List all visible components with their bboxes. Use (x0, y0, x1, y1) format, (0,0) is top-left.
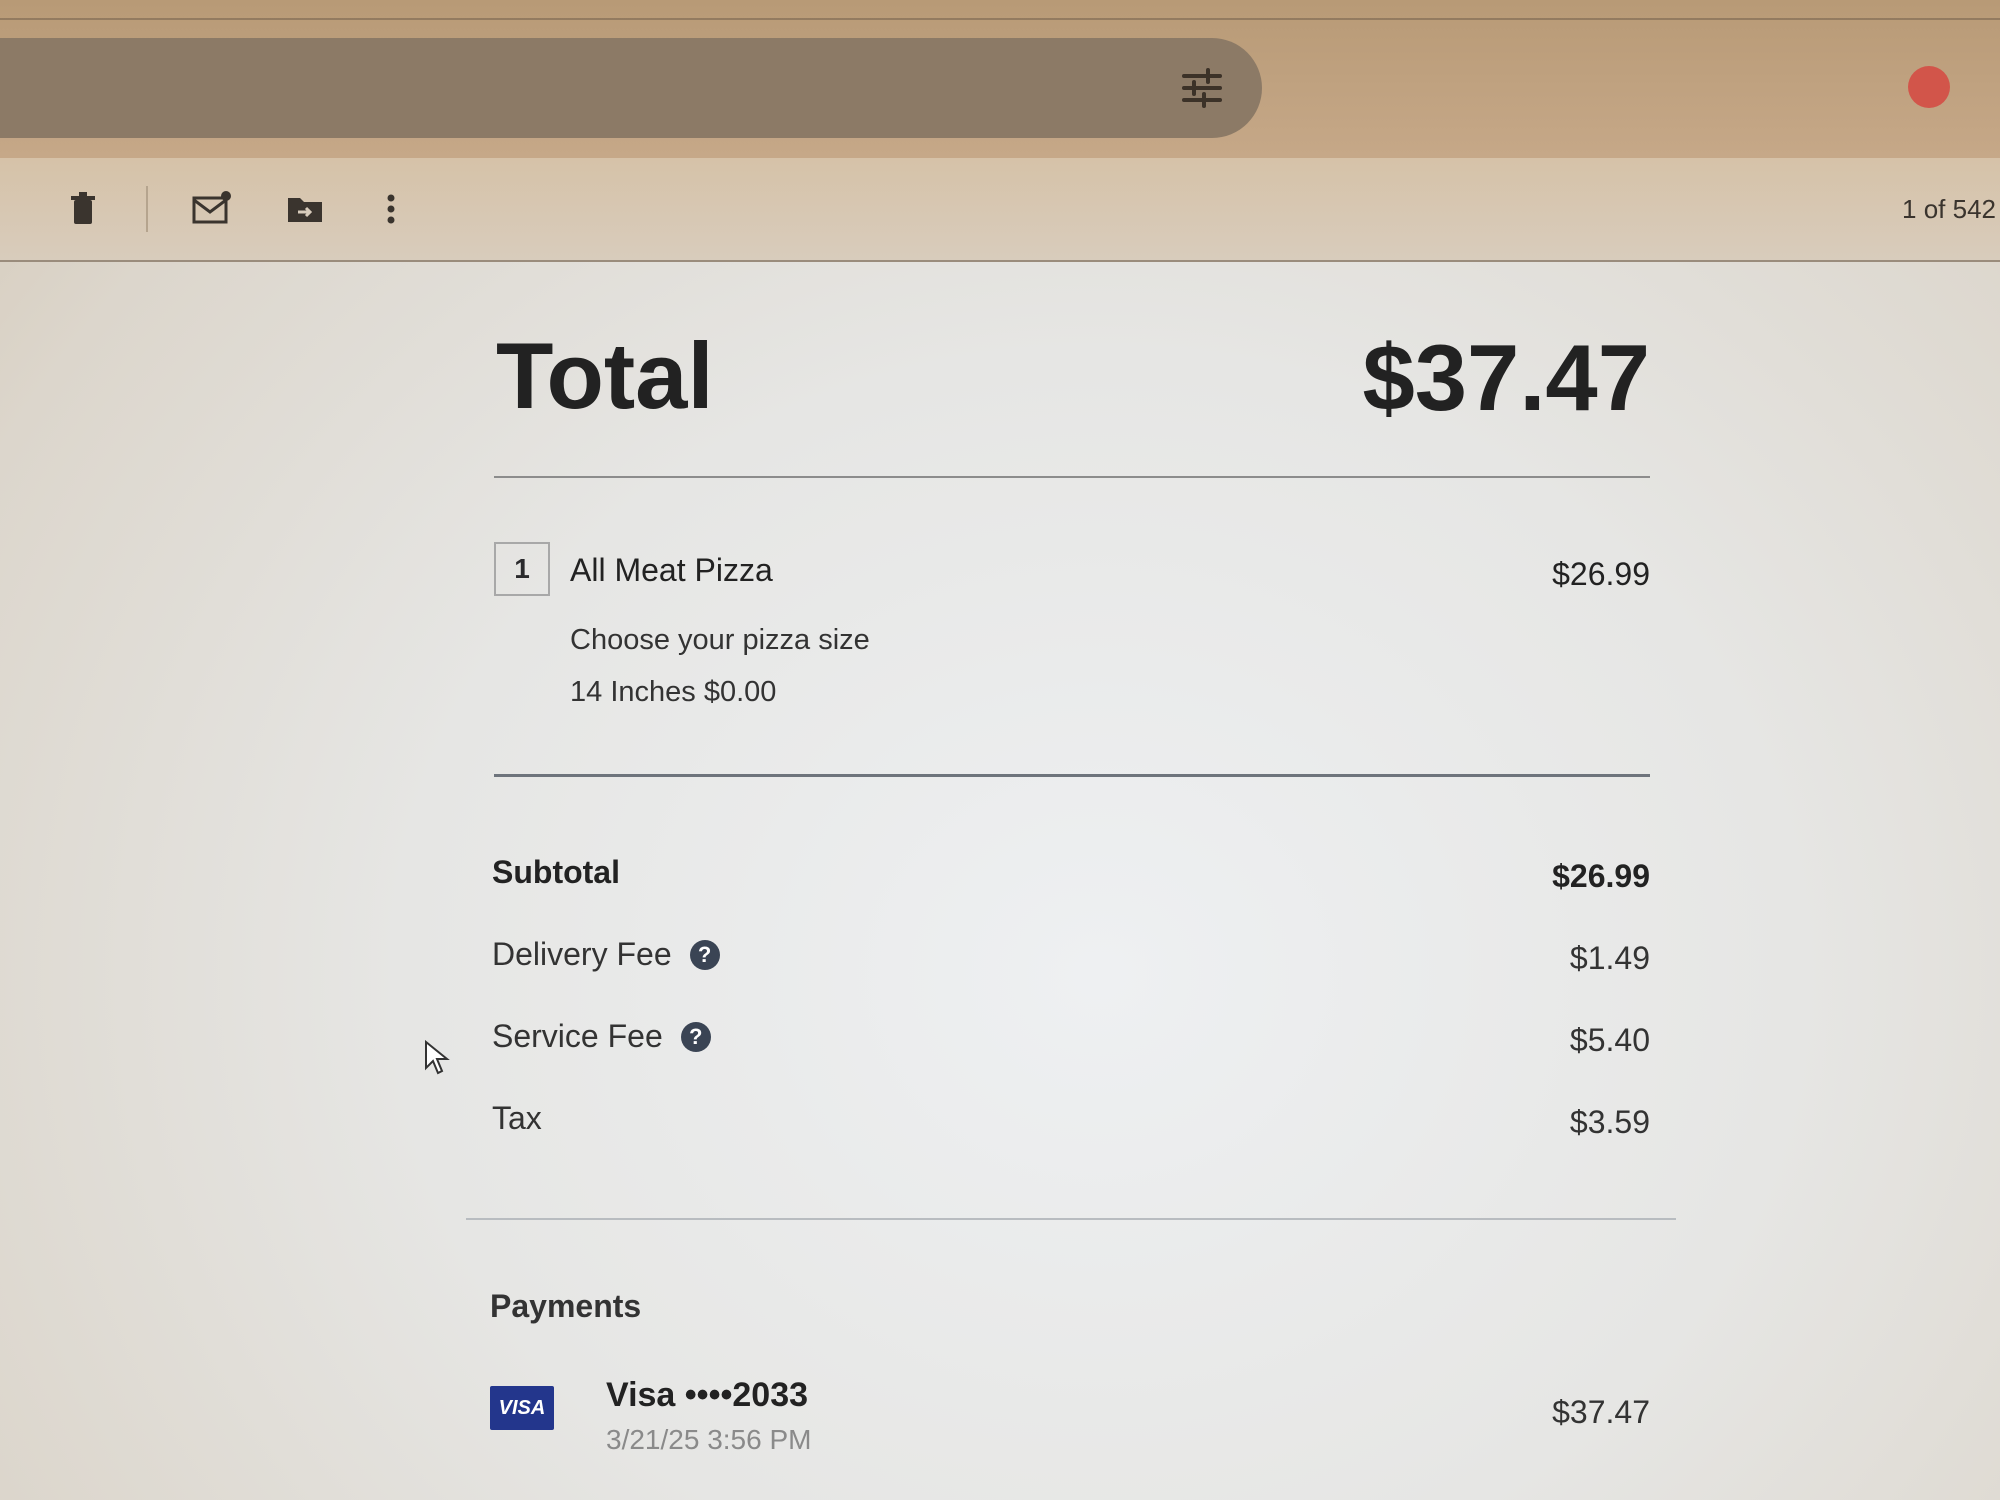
total-value: $37.47 (1362, 325, 1650, 430)
message-toolbar: 1 of 542 (0, 158, 2000, 262)
item-price: $26.99 (1552, 556, 1650, 592)
visa-card-icon: VISA (490, 1386, 554, 1430)
subtotal-label: Subtotal (492, 854, 620, 890)
subtotal-value: $26.99 (1552, 858, 1650, 894)
service-fee-label: Service Fee (492, 1018, 663, 1054)
item-quantity: 1 (494, 542, 550, 596)
help-icon[interactable]: ? (689, 939, 720, 970)
total-label: Total (496, 323, 714, 428)
service-fee-row: Service Fee ? $5.40 (492, 1018, 1650, 1068)
divider (494, 774, 1650, 777)
payment-amount: $37.47 (1552, 1394, 1650, 1430)
tax-value: $3.59 (1569, 1104, 1650, 1140)
mark-unread-icon[interactable] (190, 188, 232, 230)
item-name: All Meat Pizza (570, 552, 773, 588)
message-pager: 1 of 542 (1902, 194, 1996, 224)
tax-row: Tax $3.59 (492, 1100, 1650, 1150)
filter-options-icon[interactable] (1180, 66, 1224, 110)
divider (494, 476, 1650, 478)
service-fee-value: $5.40 (1569, 1022, 1650, 1058)
item-option-title: Choose your pizza size (570, 624, 870, 656)
service-fee-label-group: Service Fee ? (492, 1018, 711, 1055)
payment-date: 3/21/25 3:56 PM (606, 1424, 812, 1455)
account-avatar[interactable] (1908, 66, 1950, 108)
payment-card-name: Visa ••••2033 (606, 1376, 809, 1414)
payments-heading: Payments (490, 1288, 642, 1324)
move-to-folder-icon[interactable] (284, 188, 326, 230)
search-bar[interactable] (0, 38, 1262, 138)
item-option-value: 14 Inches $0.00 (570, 676, 777, 708)
toolbar-separator (146, 186, 148, 232)
help-icon[interactable]: ? (680, 1021, 711, 1052)
subtotal-row: Subtotal $26.99 (492, 854, 1650, 904)
mouse-cursor-icon (425, 1040, 450, 1075)
divider (466, 1218, 1676, 1220)
order-receipt: Total $37.47 1 All Meat Pizza $26.99 Cho… (466, 262, 1676, 1500)
delivery-fee-label-group: Delivery Fee ? (492, 936, 720, 973)
tax-label: Tax (492, 1100, 542, 1136)
delivery-fee-value: $1.49 (1569, 940, 1650, 976)
delivery-fee-row: Delivery Fee ? $1.49 (492, 936, 1650, 986)
top-divider (0, 18, 2000, 20)
more-options-icon[interactable] (370, 188, 412, 230)
top-bar (0, 0, 2000, 158)
delivery-fee-label: Delivery Fee (492, 936, 672, 972)
delete-icon[interactable] (62, 188, 104, 230)
